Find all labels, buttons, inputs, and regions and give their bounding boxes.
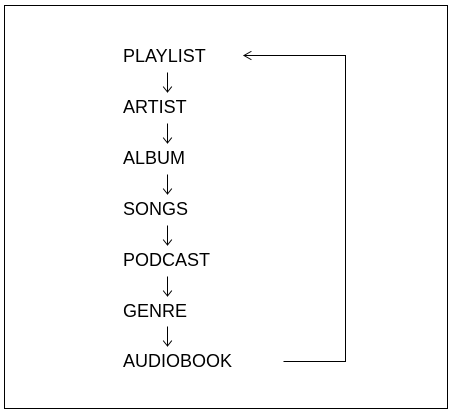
arrow-playlist-to-artist — [162, 72, 173, 93]
arrow-songs-to-podcast — [162, 225, 173, 246]
arrow-genre-to-audiobook — [162, 326, 173, 347]
arrow-artist-to-album — [162, 123, 173, 144]
arrow-audiobook-to-playlist — [242, 50, 346, 362]
arrow-podcast-to-genre — [162, 276, 173, 297]
diagram-connectors — [162, 50, 346, 362]
arrow-album-to-songs — [162, 174, 173, 195]
